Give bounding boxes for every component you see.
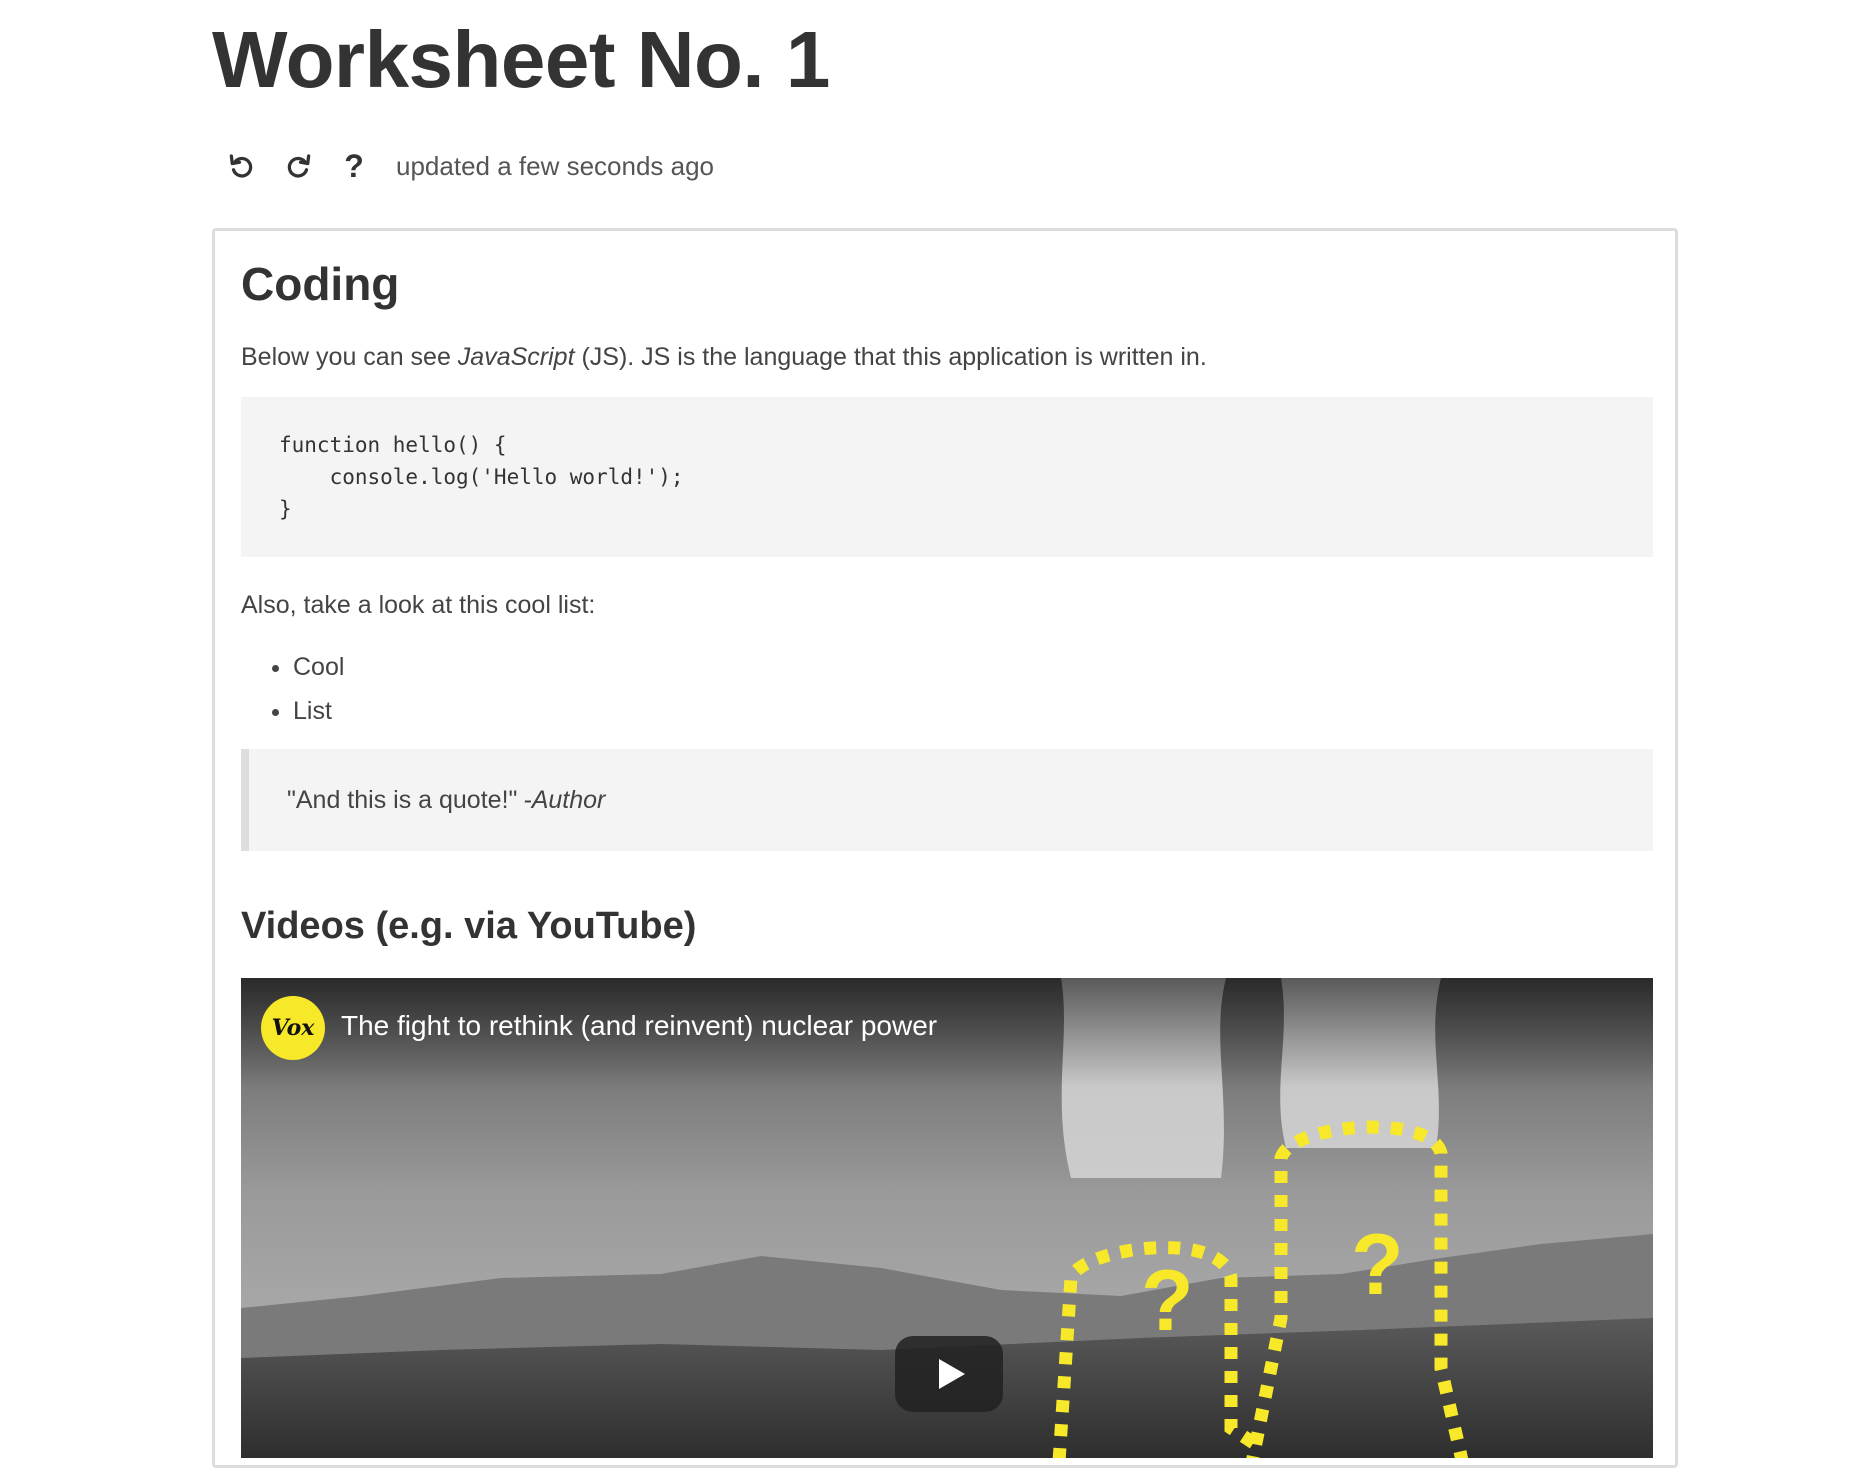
toolbar: ? updated a few seconds ago (220, 144, 714, 188)
youtube-embed[interactable]: ? ? Vox The fight to rethink (and reinve… (241, 978, 1653, 1458)
undo-button[interactable] (220, 144, 264, 188)
question-mark-left: ? (1141, 1253, 1194, 1349)
page-title: Worksheet No. 1 (212, 15, 830, 104)
intro-emphasis: JavaScript (457, 343, 575, 371)
quote-author: -Author (523, 785, 606, 814)
quote-text: "And this is a quote!" (287, 785, 518, 814)
blockquote: "And this is a quote!" -Author (241, 749, 1653, 851)
help-icon: ? (344, 147, 364, 184)
bullet-list: Cool List (241, 645, 344, 733)
play-button[interactable] (895, 1336, 1003, 1412)
intro-text-suffix: (JS). JS is the language that this appli… (574, 343, 1207, 371)
play-icon (939, 1359, 965, 1389)
section-heading: Coding (241, 258, 400, 310)
list-intro: Also, take a look at this cool list: (241, 591, 596, 619)
help-button[interactable]: ? (332, 144, 376, 188)
code-content: function hello() { console.log('Hello wo… (279, 433, 684, 521)
list-item: List (293, 689, 344, 733)
list-item: Cool (293, 645, 344, 689)
intro-paragraph: Below you can see JavaScript (JS). JS is… (241, 343, 1207, 372)
videos-heading: Videos (e.g. via YouTube) (241, 905, 697, 947)
question-mark-right: ? (1351, 1217, 1404, 1313)
code-block: function hello() { console.log('Hello wo… (241, 397, 1653, 557)
redo-button[interactable] (276, 144, 320, 188)
video-title[interactable]: The fight to rethink (and reinvent) nucl… (341, 1010, 937, 1042)
worksheet-card: Coding Below you can see JavaScript (JS)… (212, 228, 1678, 1468)
undo-icon (229, 154, 253, 178)
intro-text-prefix: Below you can see (241, 343, 458, 371)
updated-status: updated a few seconds ago (396, 150, 715, 181)
redo-icon (287, 154, 311, 178)
channel-logo[interactable]: Vox (261, 996, 325, 1060)
